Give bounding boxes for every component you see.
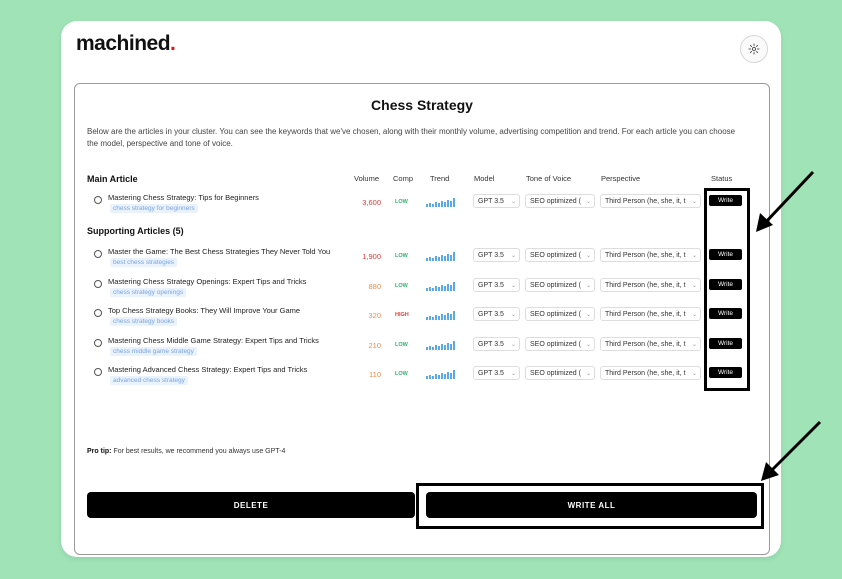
annotation-arrows <box>756 170 822 481</box>
